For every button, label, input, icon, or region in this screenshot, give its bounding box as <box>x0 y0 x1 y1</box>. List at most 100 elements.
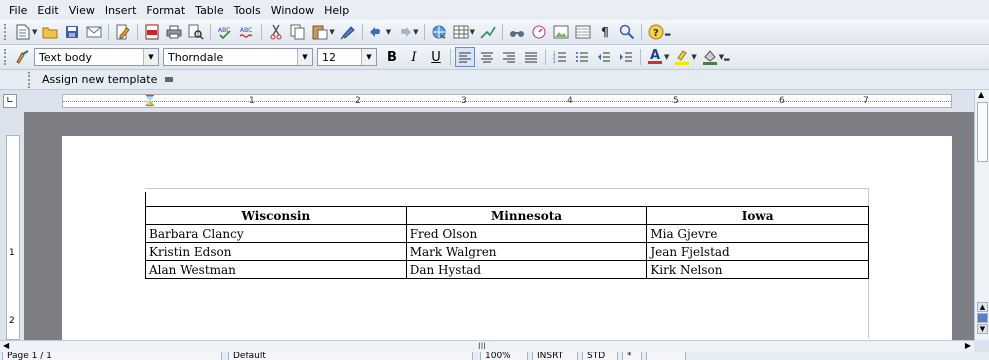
save-icon[interactable] <box>62 22 82 42</box>
scroll-grip[interactable]: III <box>478 342 486 352</box>
cut-icon[interactable] <box>266 22 286 42</box>
navigator-icon[interactable] <box>529 22 549 42</box>
table-cell[interactable]: Mark Walgren <box>405 242 648 261</box>
table-header-cell[interactable]: Iowa <box>646 206 869 225</box>
new-dropdown-icon[interactable]: ▼ <box>32 28 37 36</box>
table-icon[interactable] <box>451 22 471 42</box>
nonprinting-chars-icon[interactable]: ¶ <box>595 22 615 42</box>
toolbar-options-icon[interactable]: ▂ <box>724 53 729 61</box>
ruler-indent-marker-icon[interactable]: ⌛ <box>143 94 157 107</box>
find-replace-icon[interactable] <box>507 22 527 42</box>
gallery-icon[interactable] <box>551 22 571 42</box>
previous-page-icon[interactable]: ▲ <box>977 302 988 312</box>
table-header-cell[interactable]: Minnesota <box>405 206 648 225</box>
clone-format-icon[interactable] <box>338 22 358 42</box>
data-sources-icon[interactable] <box>573 22 593 42</box>
toolbar-grip[interactable] <box>4 24 8 40</box>
status-page-style[interactable]: Default <box>228 352 473 360</box>
align-center-icon[interactable] <box>477 47 497 67</box>
autospell-icon[interactable]: ABC <box>237 22 257 42</box>
table-cell[interactable]: Jean Fjelstad <box>646 242 869 261</box>
chevron-down-icon[interactable]: ▼ <box>361 49 376 65</box>
new-icon[interactable] <box>13 22 33 42</box>
menu-tools[interactable]: Tools <box>229 4 266 17</box>
table-header-cell[interactable]: Wisconsin <box>145 206 407 225</box>
font-color-button[interactable]: A <box>645 47 665 67</box>
export-pdf-icon[interactable] <box>142 22 162 42</box>
font-name-combo[interactable]: Thorndale ▼ <box>163 48 313 66</box>
print-preview-icon[interactable] <box>186 22 206 42</box>
menu-format[interactable]: Format <box>141 4 190 17</box>
table-cell[interactable]: Dan Hystad <box>405 260 648 279</box>
menu-edit[interactable]: Edit <box>32 4 63 17</box>
menu-help[interactable]: Help <box>319 4 354 17</box>
menu-file[interactable]: File <box>4 4 32 17</box>
toolbar-grip[interactable] <box>28 71 32 88</box>
chevron-down-icon[interactable]: ▼ <box>143 49 158 65</box>
horizontal-ruler[interactable]: ⌛ 1 2 3 4 5 6 7 <box>62 94 952 108</box>
horizontal-scrollbar[interactable]: ◀ III ▶ <box>0 340 974 352</box>
undo-icon[interactable] <box>367 22 387 42</box>
bold-button[interactable]: B <box>382 47 402 67</box>
copy-icon[interactable] <box>288 22 308 42</box>
menu-insert[interactable]: Insert <box>100 4 142 17</box>
underline-button[interactable]: U <box>426 47 446 67</box>
table-cell[interactable]: Alan Westman <box>145 260 407 279</box>
redo-dropdown-icon[interactable]: ▼ <box>413 28 418 36</box>
highlighting-dropdown-icon[interactable]: ▼ <box>691 53 696 61</box>
background-color-icon[interactable] <box>700 47 720 67</box>
toolbar-grip[interactable] <box>4 49 8 65</box>
paste-dropdown-icon[interactable]: ▼ <box>329 28 334 36</box>
navigation-icon[interactable] <box>977 313 988 323</box>
table-cell[interactable]: Barbara Clancy <box>145 224 407 243</box>
table-cell[interactable]: Kristin Edson <box>145 242 407 261</box>
document-table[interactable]: Wisconsin Minnesota Iowa Barbara Clancy … <box>145 206 869 279</box>
chevron-down-icon[interactable]: ▼ <box>297 49 312 65</box>
scroll-left-icon[interactable]: ◀ <box>3 341 9 350</box>
open-icon[interactable] <box>40 22 60 42</box>
font-size-combo[interactable]: 12 ▼ <box>317 48 377 66</box>
table-cell[interactable]: Fred Olson <box>405 224 648 243</box>
toolbar-options-icon[interactable]: ▂ <box>665 28 670 36</box>
document-area[interactable]: Wisconsin Minnesota Iowa Barbara Clancy … <box>24 112 974 340</box>
decrease-indent-icon[interactable] <box>594 47 614 67</box>
align-right-icon[interactable] <box>499 47 519 67</box>
table-dropdown-icon[interactable]: ▼ <box>470 28 475 36</box>
status-modified[interactable]: * <box>622 352 642 360</box>
status-zoom[interactable]: 100% <box>480 352 528 360</box>
spellcheck-icon[interactable]: ABC <box>215 22 235 42</box>
print-icon[interactable] <box>164 22 184 42</box>
increase-indent-icon[interactable] <box>616 47 636 67</box>
status-insert-mode[interactable]: INSRT <box>532 352 578 360</box>
highlighting-icon[interactable] <box>672 47 692 67</box>
vertical-ruler[interactable]: 1 2 <box>6 135 20 340</box>
redo-icon[interactable] <box>394 22 414 42</box>
hyperlink-icon[interactable] <box>429 22 449 42</box>
email-icon[interactable] <box>84 22 104 42</box>
draw-icon[interactable] <box>478 22 498 42</box>
status-page[interactable]: Page 1 / 1 <box>2 352 222 360</box>
scroll-up-icon[interactable]: ▲ <box>978 90 984 99</box>
menu-view[interactable]: View <box>64 4 100 17</box>
paste-icon[interactable] <box>310 22 330 42</box>
vertical-scrollbar[interactable]: ▲ ▲ ▼ <box>974 90 989 340</box>
status-signature[interactable] <box>646 352 686 360</box>
edit-file-icon[interactable] <box>113 22 133 42</box>
scroll-right-icon[interactable]: ▶ <box>965 341 971 350</box>
scroll-thumb[interactable] <box>977 102 988 162</box>
toolbar-options-icon[interactable] <box>165 77 174 82</box>
bullets-icon[interactable] <box>572 47 592 67</box>
next-page-icon[interactable]: ▼ <box>977 324 988 334</box>
menu-table[interactable]: Table <box>190 4 228 17</box>
undo-dropdown-icon[interactable]: ▼ <box>386 28 391 36</box>
zoom-icon[interactable] <box>617 22 637 42</box>
italic-button[interactable]: I <box>404 47 424 67</box>
align-left-icon[interactable] <box>455 47 475 67</box>
assign-template-button[interactable]: Assign new template <box>36 71 179 89</box>
justify-icon[interactable] <box>521 47 541 67</box>
tab-stop-selector[interactable]: ∟ <box>3 94 17 108</box>
help-icon[interactable]: ? <box>646 22 666 42</box>
status-selection-mode[interactable]: STD <box>582 352 618 360</box>
styles-formatting-icon[interactable] <box>13 47 33 67</box>
table-cell[interactable]: Kirk Nelson <box>646 260 869 279</box>
